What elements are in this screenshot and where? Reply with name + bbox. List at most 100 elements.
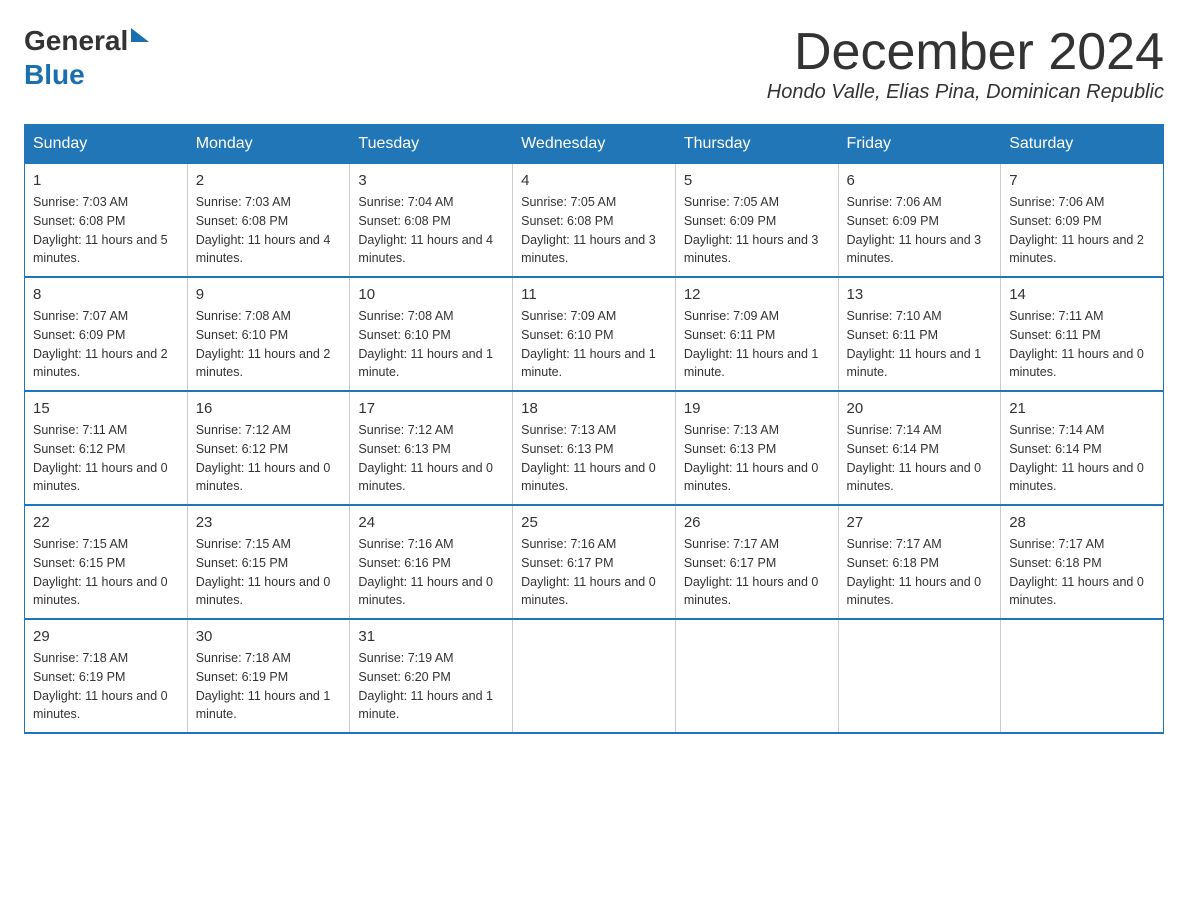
calendar-cell: 17 Sunrise: 7:12 AMSunset: 6:13 PMDayligh… xyxy=(350,391,513,505)
calendar-cell: 25Sunrise: 7:16 AMSunset: 6:17 PMDayligh… xyxy=(513,505,676,619)
day-number: 14 xyxy=(1009,286,1155,303)
calendar-cell: 9 Sunrise: 7:08 AMSunset: 6:10 PMDaylight… xyxy=(187,277,350,391)
calendar-cell xyxy=(513,619,676,733)
day-number: 31 xyxy=(358,628,504,645)
day-number: 24 xyxy=(358,514,504,531)
day-info: Sunrise: 7:10 AMSunset: 6:11 PMDaylight:… xyxy=(847,307,993,382)
day-info: Sunrise: 7:15 AMSunset: 6:15 PMDaylight:… xyxy=(196,535,342,610)
calendar-cell: 14 Sunrise: 7:11 AMSunset: 6:11 PMDayligh… xyxy=(1001,277,1164,391)
calendar-cell: 28 Sunrise: 7:17 AMSunset: 6:18 PMDayligh… xyxy=(1001,505,1164,619)
day-number: 12 xyxy=(684,286,830,303)
calendar-cell: 27 Sunrise: 7:17 AMSunset: 6:18 PMDayligh… xyxy=(838,505,1001,619)
calendar-cell: 1Sunrise: 7:03 AMSunset: 6:08 PMDaylight… xyxy=(25,164,188,278)
day-info: Sunrise: 7:07 AMSunset: 6:09 PMDaylight:… xyxy=(33,307,179,382)
day-number: 1 xyxy=(33,172,179,189)
calendar-cell: 16 Sunrise: 7:12 AMSunset: 6:12 PMDayligh… xyxy=(187,391,350,505)
header-thursday: Thursday xyxy=(675,125,838,164)
page-header: General Blue December 2024 Hondo Valle, … xyxy=(24,24,1164,104)
day-number: 6 xyxy=(847,172,993,189)
day-number: 26 xyxy=(684,514,830,531)
logo-arrow-icon xyxy=(131,28,149,42)
day-info: Sunrise: 7:11 AMSunset: 6:11 PMDaylight:… xyxy=(1009,307,1155,382)
day-number: 17 xyxy=(358,400,504,417)
day-info: Sunrise: 7:17 AMSunset: 6:17 PMDaylight:… xyxy=(684,535,830,610)
day-info: Sunrise: 7:18 AMSunset: 6:19 PMDaylight:… xyxy=(33,649,179,724)
calendar-cell: 21 Sunrise: 7:14 AMSunset: 6:14 PMDayligh… xyxy=(1001,391,1164,505)
day-number: 27 xyxy=(847,514,993,531)
calendar-header: SundayMondayTuesdayWednesdayThursdayFrid… xyxy=(25,125,1164,164)
calendar-cell: 24 Sunrise: 7:16 AMSunset: 6:16 PMDayligh… xyxy=(350,505,513,619)
day-number: 9 xyxy=(196,286,342,303)
day-info: Sunrise: 7:15 AMSunset: 6:15 PMDaylight:… xyxy=(33,535,179,610)
day-info: Sunrise: 7:16 AMSunset: 6:17 PMDaylight:… xyxy=(521,535,667,610)
day-info: Sunrise: 7:11 AMSunset: 6:12 PMDaylight:… xyxy=(33,421,179,496)
day-info: Sunrise: 7:12 AMSunset: 6:12 PMDaylight:… xyxy=(196,421,342,496)
main-title: December 2024 xyxy=(767,24,1164,81)
calendar-table: SundayMondayTuesdayWednesdayThursdayFrid… xyxy=(24,124,1164,734)
logo-blue: Blue xyxy=(24,59,85,90)
day-number: 3 xyxy=(358,172,504,189)
calendar-cell: 12 Sunrise: 7:09 AMSunset: 6:11 PMDayligh… xyxy=(675,277,838,391)
day-info: Sunrise: 7:18 AMSunset: 6:19 PMDaylight:… xyxy=(196,649,342,724)
day-number: 21 xyxy=(1009,400,1155,417)
calendar-cell: 10Sunrise: 7:08 AMSunset: 6:10 PMDayligh… xyxy=(350,277,513,391)
day-number: 23 xyxy=(196,514,342,531)
day-info: Sunrise: 7:05 AMSunset: 6:09 PMDaylight:… xyxy=(684,193,830,268)
calendar-cell xyxy=(675,619,838,733)
calendar-body: 1 Sunrise: 7:03 AMSunset: 6:08 PMDaylight… xyxy=(25,164,1164,734)
header-tuesday: Tuesday xyxy=(350,125,513,164)
title-section: December 2024 Hondo Valle, Elias Pina, D… xyxy=(767,24,1164,104)
calendar-cell: 7 Sunrise: 7:06 AMSunset: 6:09 PMDaylight… xyxy=(1001,164,1164,278)
day-info: Sunrise: 7:03 AMSunset: 6:08 PMDaylight:… xyxy=(196,193,342,268)
day-number: 19 xyxy=(684,400,830,417)
day-info: Sunrise: 7:09 AMSunset: 6:10 PMDaylight:… xyxy=(521,307,667,382)
day-info: Sunrise: 7:05 AMSunset: 6:08 PMDaylight:… xyxy=(521,193,667,268)
day-info: Sunrise: 7:13 AMSunset: 6:13 PMDaylight:… xyxy=(684,421,830,496)
calendar-cell: 19 Sunrise: 7:13 AMSunset: 6:13 PMDayligh… xyxy=(675,391,838,505)
day-info: Sunrise: 7:16 AMSunset: 6:16 PMDaylight:… xyxy=(358,535,504,610)
day-info: Sunrise: 7:14 AMSunset: 6:14 PMDaylight:… xyxy=(847,421,993,496)
day-info: Sunrise: 7:06 AMSunset: 6:09 PMDaylight:… xyxy=(847,193,993,268)
week-row-3: 15 Sunrise: 7:11 AMSunset: 6:12 PMDayligh… xyxy=(25,391,1164,505)
calendar-cell: 15 Sunrise: 7:11 AMSunset: 6:12 PMDayligh… xyxy=(25,391,188,505)
day-number: 29 xyxy=(33,628,179,645)
day-info: Sunrise: 7:08 AMSunset: 6:10 PMDaylight:… xyxy=(196,307,342,382)
days-of-week-row: SundayMondayTuesdayWednesdayThursdayFrid… xyxy=(25,125,1164,164)
day-number: 28 xyxy=(1009,514,1155,531)
header-saturday: Saturday xyxy=(1001,125,1164,164)
day-number: 18 xyxy=(521,400,667,417)
day-info: Sunrise: 7:09 AMSunset: 6:11 PMDaylight:… xyxy=(684,307,830,382)
calendar-cell xyxy=(1001,619,1164,733)
day-number: 13 xyxy=(847,286,993,303)
day-number: 11 xyxy=(521,286,667,303)
calendar-cell: 3 Sunrise: 7:04 AMSunset: 6:08 PMDaylight… xyxy=(350,164,513,278)
day-number: 4 xyxy=(521,172,667,189)
day-number: 5 xyxy=(684,172,830,189)
calendar-cell: 5 Sunrise: 7:05 AMSunset: 6:09 PMDaylight… xyxy=(675,164,838,278)
day-info: Sunrise: 7:14 AMSunset: 6:14 PMDaylight:… xyxy=(1009,421,1155,496)
calendar-cell: 11 Sunrise: 7:09 AMSunset: 6:10 PMDayligh… xyxy=(513,277,676,391)
day-number: 16 xyxy=(196,400,342,417)
week-row-1: 1 Sunrise: 7:03 AMSunset: 6:08 PMDaylight… xyxy=(25,164,1164,278)
day-info: Sunrise: 7:06 AMSunset: 6:09 PMDaylight:… xyxy=(1009,193,1155,268)
day-info: Sunrise: 7:04 AMSunset: 6:08 PMDaylight:… xyxy=(358,193,504,268)
calendar-cell: 22Sunrise: 7:15 AMSunset: 6:15 PMDayligh… xyxy=(25,505,188,619)
week-row-4: 22Sunrise: 7:15 AMSunset: 6:15 PMDayligh… xyxy=(25,505,1164,619)
calendar-cell: 30Sunrise: 7:18 AMSunset: 6:19 PMDayligh… xyxy=(187,619,350,733)
calendar-cell: 31Sunrise: 7:19 AMSunset: 6:20 PMDayligh… xyxy=(350,619,513,733)
day-info: Sunrise: 7:17 AMSunset: 6:18 PMDaylight:… xyxy=(847,535,993,610)
calendar-cell: 20Sunrise: 7:14 AMSunset: 6:14 PMDayligh… xyxy=(838,391,1001,505)
day-number: 7 xyxy=(1009,172,1155,189)
logo: General Blue xyxy=(24,24,149,91)
logo-blue-text: Blue xyxy=(24,58,149,92)
calendar-cell: 8Sunrise: 7:07 AMSunset: 6:09 PMDaylight… xyxy=(25,277,188,391)
day-info: Sunrise: 7:17 AMSunset: 6:18 PMDaylight:… xyxy=(1009,535,1155,610)
calendar-cell: 23 Sunrise: 7:15 AMSunset: 6:15 PMDayligh… xyxy=(187,505,350,619)
day-number: 15 xyxy=(33,400,179,417)
day-info: Sunrise: 7:12 AMSunset: 6:13 PMDaylight:… xyxy=(358,421,504,496)
header-monday: Monday xyxy=(187,125,350,164)
subtitle: Hondo Valle, Elias Pina, Dominican Repub… xyxy=(767,81,1164,104)
calendar-cell: 18Sunrise: 7:13 AMSunset: 6:13 PMDayligh… xyxy=(513,391,676,505)
header-sunday: Sunday xyxy=(25,125,188,164)
calendar-cell xyxy=(838,619,1001,733)
